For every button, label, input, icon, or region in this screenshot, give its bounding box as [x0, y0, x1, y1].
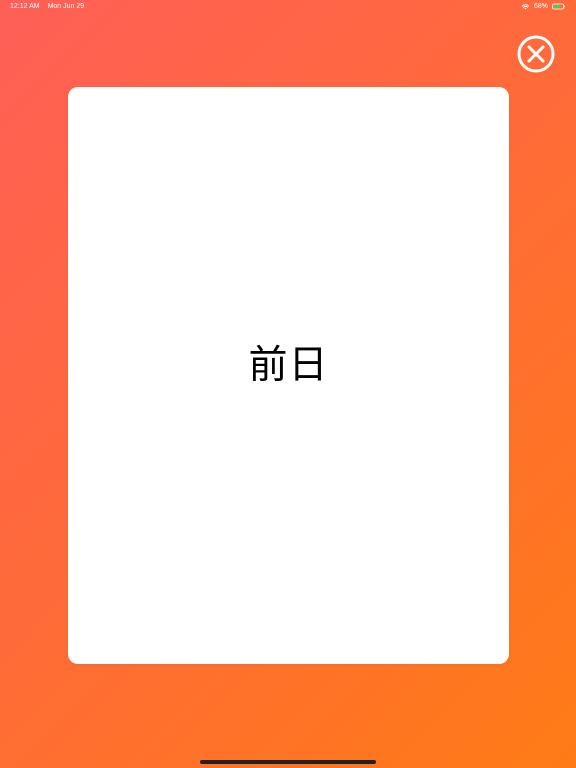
status-date: Mon Jun 29 [47, 3, 85, 10]
flashcard[interactable]: 前日 [68, 87, 509, 664]
battery-icon [552, 3, 566, 10]
close-button[interactable] [516, 34, 556, 74]
wifi-icon [521, 3, 530, 10]
status-right: 68% [521, 3, 566, 10]
battery-percent: 68% [533, 3, 548, 10]
card-word: 前日 [248, 343, 329, 388]
close-icon [516, 34, 556, 74]
status-time: 12:12 AM [10, 3, 40, 10]
status-left: 12:12 AM Mon Jun 29 [10, 3, 84, 10]
status-bar: 12:12 AM Mon Jun 29 68% [0, 0, 576, 14]
home-indicator[interactable] [200, 760, 376, 764]
